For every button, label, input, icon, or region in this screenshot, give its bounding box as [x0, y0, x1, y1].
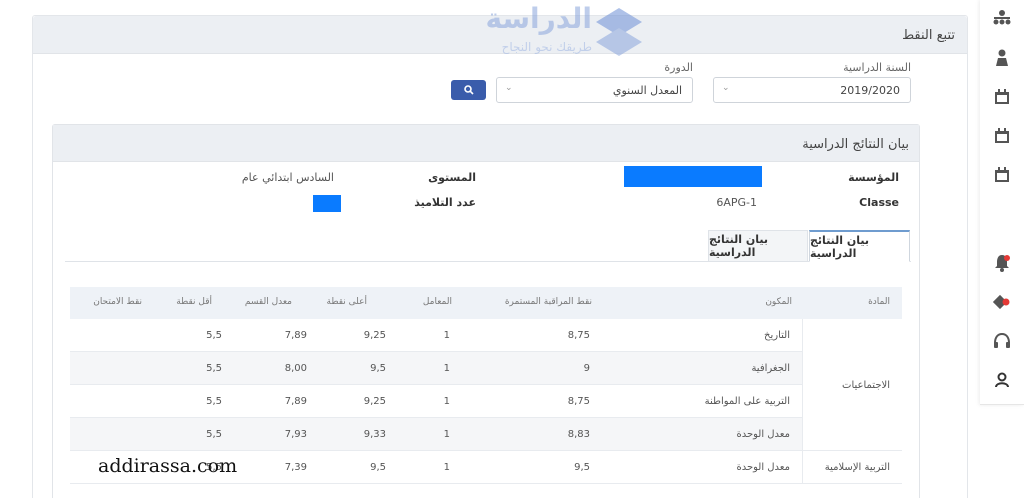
table-row: الجغرافية 9 1 9,5 8,00 5,5	[70, 352, 802, 385]
table-header: المادة المكون نقط المراقبة المستمرة المع…	[70, 287, 902, 319]
results-title: بيان النتائج الدراسية	[802, 137, 909, 152]
col-highest: أعلى نقطة	[326, 297, 367, 307]
teacher-icon[interactable]	[992, 48, 1012, 68]
group-cell: التربية الإسلامية	[802, 451, 902, 484]
calendar-icon[interactable]	[992, 165, 1012, 185]
table-row: التاريخ 8,75 1 9,25 7,89 5,5	[70, 319, 802, 352]
cell-highest: 9,33	[363, 429, 386, 440]
chevron-down-icon: ⌄	[505, 83, 513, 93]
tab-results-1[interactable]: بيان النتائج الدراسية	[809, 230, 910, 262]
results-card-header	[53, 125, 919, 162]
col-class-average: معدل القسم	[244, 297, 292, 307]
year-select-value: 2019/2020	[840, 84, 900, 97]
session-select[interactable]: المعدل السنوي ⌄	[496, 77, 693, 103]
cell-highest: 9,25	[363, 330, 386, 341]
cell-coefficient: 1	[443, 330, 450, 341]
level-value: السادس ابتدائي عام	[241, 171, 334, 184]
year-select[interactable]: 2019/2020 ⌄	[713, 77, 911, 103]
site-logo: الدراسة طريقك نحو النجاح	[484, 2, 644, 60]
cell-average: 7,89	[284, 330, 307, 341]
redacted-institution	[624, 166, 762, 187]
cell-component: التربية على المواطنة	[704, 396, 790, 407]
cell-average: 7,39	[284, 462, 307, 473]
cell-coefficient: 1	[443, 429, 450, 440]
bell-icon[interactable]	[992, 253, 1012, 273]
cell-component: التاريخ	[764, 330, 790, 341]
cell-coefficient: 1	[443, 363, 450, 374]
cell-continuous: 8,75	[567, 330, 590, 341]
students-label: عدد التلاميذ	[414, 196, 476, 209]
cell-highest: 9,5	[370, 462, 386, 473]
page-title: تتبع النقط	[902, 28, 955, 43]
cell-lowest: 5,5	[206, 396, 222, 407]
calendar-icon[interactable]	[992, 87, 1012, 107]
classe-label: Classe	[859, 196, 899, 209]
level-label: المستوى	[428, 171, 476, 184]
chevron-down-icon: ⌄	[722, 83, 730, 93]
table-row: معدل الوحدة 8,83 1 9,33 7,93 5,5	[70, 418, 802, 451]
search-icon	[463, 85, 474, 95]
cell-highest: 9,25	[363, 396, 386, 407]
cell-component: معدل الوحدة	[736, 429, 790, 440]
session-label: الدورة	[664, 61, 693, 74]
cell-highest: 9,5	[370, 363, 386, 374]
cell-component: معدل الوحدة	[736, 462, 790, 473]
table-row: التربية على المواطنة 8,75 1 9,25 7,89 5,…	[70, 385, 802, 418]
col-coefficient: المعامل	[422, 297, 452, 307]
calendar-icon[interactable]	[992, 126, 1012, 146]
institution-label: المؤسسة	[848, 171, 899, 184]
cell-coefficient: 1	[443, 462, 450, 473]
col-lowest: أقل نقطة	[176, 297, 212, 307]
cell-lowest: 5,5	[206, 330, 222, 341]
cell-lowest: 5,5	[206, 429, 222, 440]
cell-coefficient: 1	[443, 396, 450, 407]
cell-component: الجغرافية	[751, 363, 790, 374]
logo-tagline: طريقك نحو النجاح	[501, 40, 592, 54]
graduation-cap-icon	[596, 8, 642, 56]
group-social-studies: الاجتماعيات	[842, 380, 890, 391]
cell-average: 7,93	[284, 429, 307, 440]
col-continuous-grades: نقط المراقبة المستمرة	[504, 297, 592, 307]
search-button[interactable]	[451, 80, 486, 100]
results-card: بيان النتائج الدراسية المؤسسة المستوى ال…	[52, 124, 920, 498]
cell-continuous: 8,83	[567, 429, 590, 440]
col-component: المكون	[765, 297, 792, 307]
headset-icon[interactable]	[992, 331, 1012, 351]
session-select-value: المعدل السنوي	[612, 84, 682, 97]
logo-text: الدراسة	[485, 2, 592, 35]
col-exam-grades: نقط الامتحان	[93, 297, 142, 307]
cell-continuous: 8,75	[567, 396, 590, 407]
notification-icon[interactable]	[992, 291, 1012, 311]
site-watermark: addirassa.com	[98, 455, 238, 477]
group-cell: الاجتماعيات	[802, 319, 902, 451]
cell-continuous: 9	[583, 363, 590, 374]
cell-lowest: 5,5	[206, 363, 222, 374]
year-label: السنة الدراسية	[843, 61, 911, 74]
cell-average: 8,00	[284, 363, 307, 374]
sitemap-icon[interactable]	[992, 8, 1012, 28]
redacted-students-count	[313, 195, 341, 212]
col-subject: المادة	[868, 297, 890, 307]
tab-results-2[interactable]: بيان النتائج الدراسية	[708, 230, 808, 262]
cell-average: 7,89	[284, 396, 307, 407]
group-islamic-education: التربية الإسلامية	[824, 462, 890, 473]
classe-value: 6APG-1	[716, 196, 757, 209]
user-icon[interactable]	[992, 370, 1012, 390]
icon-sidebar	[980, 0, 1024, 405]
cell-continuous: 9,5	[574, 462, 590, 473]
